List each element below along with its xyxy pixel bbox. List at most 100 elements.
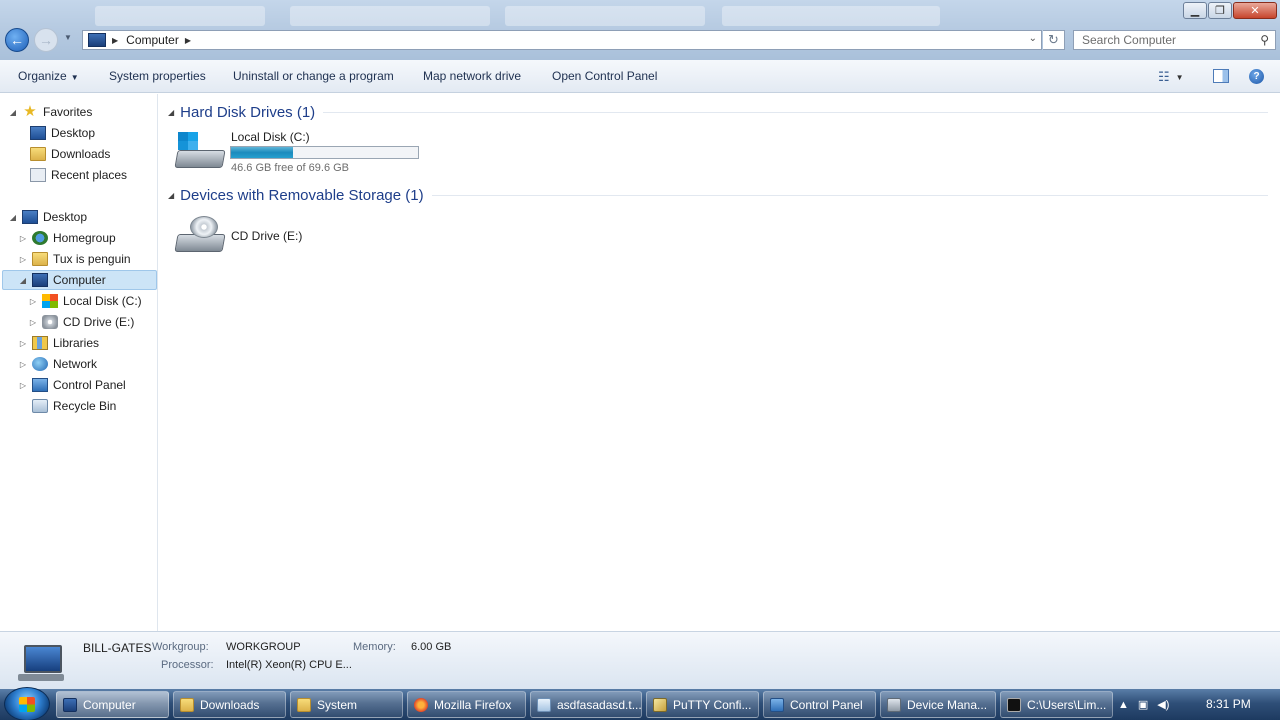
- taskbar-item-device-manager[interactable]: Device Mana...: [880, 691, 996, 718]
- cd-drive-icon[interactable]: [174, 216, 226, 258]
- collapse-arrow-icon[interactable]: ◢: [168, 191, 174, 200]
- recent-places-icon: [30, 168, 46, 182]
- search-box[interactable]: ⚲: [1073, 30, 1276, 50]
- map-network-drive-button[interactable]: Map network drive: [423, 69, 521, 83]
- help-button[interactable]: ?: [1249, 69, 1264, 84]
- drive-c-name[interactable]: Local Disk (C:): [231, 130, 310, 144]
- command-bar: Organize ▼ System properties Uninstall or…: [0, 60, 1280, 93]
- preview-pane-button[interactable]: [1213, 69, 1229, 83]
- expand-arrow-icon[interactable]: ▷: [28, 318, 38, 327]
- nav-item-desktop[interactable]: ◢ Desktop: [8, 207, 87, 227]
- nav-item-network[interactable]: ▷ Network: [18, 354, 97, 374]
- taskbar-item-computer[interactable]: Computer: [56, 691, 169, 718]
- control-panel-icon: [770, 697, 784, 712]
- taskbar-clock[interactable]: 8:31 PM: [1206, 697, 1251, 711]
- system-tray: ▲ ▣ ◀): [1118, 689, 1280, 720]
- memory-label: Memory:: [353, 641, 396, 653]
- nav-item-computer[interactable]: ◢ Computer: [2, 270, 157, 290]
- volume-icon[interactable]: ◀): [1157, 698, 1169, 711]
- taskbar-item-command-prompt[interactable]: C:\Users\Lim...: [1000, 691, 1113, 718]
- breadcrumb-chevron-icon[interactable]: ▶: [185, 36, 191, 45]
- memory-value: 6.00 GB: [411, 641, 452, 653]
- nav-item-downloads[interactable]: Downloads: [30, 144, 110, 164]
- system-properties-button[interactable]: System properties: [109, 69, 206, 83]
- taskbar-label: PuTTY Confi...: [673, 697, 752, 712]
- collapse-arrow-icon[interactable]: ◢: [18, 276, 28, 285]
- breadcrumb-computer[interactable]: Computer: [126, 33, 179, 47]
- recent-pages-dropdown[interactable]: ▼: [64, 33, 72, 42]
- expand-arrow-icon[interactable]: ▷: [18, 381, 28, 390]
- nav-item-libraries[interactable]: ▷ Libraries: [18, 333, 99, 353]
- taskbar-item-putty[interactable]: PuTTY Confi...: [646, 691, 759, 718]
- refresh-icon: ↻: [1048, 32, 1059, 47]
- taskbar-item-firefox[interactable]: Mozilla Firefox: [407, 691, 526, 718]
- organize-menu-button[interactable]: Organize ▼: [18, 69, 79, 83]
- expand-arrow-icon[interactable]: ▷: [18, 360, 28, 369]
- collapse-arrow-icon[interactable]: ◢: [8, 108, 18, 117]
- breadcrumb-chevron-icon[interactable]: ▶: [112, 36, 118, 45]
- minimize-button[interactable]: ▁: [1183, 2, 1207, 19]
- close-button[interactable]: ✕: [1233, 2, 1277, 19]
- expand-arrow-icon[interactable]: ▷: [18, 339, 28, 348]
- taskbar-item-downloads[interactable]: Downloads: [173, 691, 286, 718]
- nav-item-recycle-bin[interactable]: Recycle Bin: [32, 396, 116, 416]
- windows-logo-icon: [178, 132, 198, 150]
- title-bar: ▁ ❐ ✕ ← → ▼ ▶ Computer ▶ ⌄ ↻ ⚲: [0, 0, 1280, 60]
- open-control-panel-button[interactable]: Open Control Panel: [552, 69, 657, 83]
- nav-item-favorites-desktop[interactable]: Desktop: [30, 123, 95, 143]
- computer-icon: [88, 33, 106, 47]
- arrow-left-icon: ←: [10, 32, 24, 48]
- taskbar-item-notepad[interactable]: asdfasadasd.t...: [530, 691, 642, 718]
- drive-c-free-space: 46.6 GB free of 69.6 GB: [231, 162, 350, 174]
- network-status-icon[interactable]: ▣: [1138, 698, 1148, 711]
- change-view-button[interactable]: ☷ ▼: [1158, 68, 1196, 86]
- taskbar-label: Computer: [83, 697, 136, 712]
- taskbar-item-system[interactable]: System: [290, 691, 403, 718]
- nav-label: Desktop: [43, 210, 88, 224]
- address-history-dropdown-icon[interactable]: ⌄: [1029, 33, 1037, 44]
- taskbar: Computer Downloads System Mozilla Firefo…: [0, 687, 1280, 720]
- group-header-removable-storage[interactable]: ◢ Devices with Removable Storage (1): [168, 185, 1268, 205]
- windows-logo-icon: [19, 697, 35, 712]
- nav-item-cd-drive[interactable]: ▷ CD Drive (E:): [28, 312, 134, 332]
- nav-item-homegroup[interactable]: ▷ Homegroup: [18, 228, 116, 248]
- local-disk-icon[interactable]: [174, 132, 226, 174]
- address-bar[interactable]: ▶ Computer ▶ ⌄: [82, 30, 1042, 50]
- start-button[interactable]: [4, 687, 50, 720]
- search-input[interactable]: [1082, 33, 1252, 47]
- nav-item-control-panel[interactable]: ▷ Control Panel: [18, 375, 126, 395]
- expand-arrow-icon[interactable]: ▷: [28, 297, 38, 306]
- nav-label: Tux is penguin: [53, 252, 131, 266]
- taskbar-label: Mozilla Firefox: [434, 697, 512, 712]
- cd-disc-icon: [190, 216, 218, 238]
- taskbar-label: asdfasadasd.t...: [557, 697, 642, 712]
- back-button[interactable]: ←: [5, 28, 29, 52]
- nav-item-recent-places[interactable]: Recent places: [30, 165, 127, 185]
- forward-button[interactable]: →: [34, 28, 58, 52]
- expand-arrow-icon[interactable]: ▷: [18, 255, 28, 264]
- refresh-button[interactable]: ↻: [1043, 30, 1065, 50]
- computer-icon: [32, 273, 48, 287]
- group-header-hard-disk-drives[interactable]: ◢ Hard Disk Drives (1): [168, 102, 1268, 122]
- chevron-down-icon: ▼: [1175, 72, 1184, 82]
- drive-c-usage-fill: [231, 147, 293, 158]
- hard-drive-body: [174, 150, 226, 168]
- show-hidden-icons-icon[interactable]: ▲: [1118, 699, 1129, 711]
- collapse-arrow-icon[interactable]: ◢: [8, 213, 18, 222]
- workgroup-label: Workgroup:: [152, 641, 209, 653]
- nav-item-favorites[interactable]: ◢ ★ Favorites: [8, 102, 92, 122]
- nav-item-local-disk[interactable]: ▷ Local Disk (C:): [28, 291, 142, 311]
- expand-arrow-icon[interactable]: ▷: [18, 234, 28, 243]
- drive-e-name[interactable]: CD Drive (E:): [231, 229, 302, 243]
- background-window-ghost: [505, 6, 705, 26]
- nav-label: Downloads: [51, 147, 111, 161]
- nav-label: Computer: [53, 273, 106, 287]
- collapse-arrow-icon[interactable]: ◢: [168, 108, 174, 117]
- nav-label: Libraries: [53, 336, 100, 350]
- desktop-icon: [30, 126, 46, 140]
- nav-item-tux-is-penguin[interactable]: ▷ Tux is penguin: [18, 249, 131, 269]
- maximize-button[interactable]: ❐: [1208, 2, 1232, 19]
- search-icon[interactable]: ⚲: [1260, 33, 1269, 47]
- taskbar-item-control-panel[interactable]: Control Panel: [763, 691, 876, 718]
- uninstall-program-button[interactable]: Uninstall or change a program: [233, 69, 394, 83]
